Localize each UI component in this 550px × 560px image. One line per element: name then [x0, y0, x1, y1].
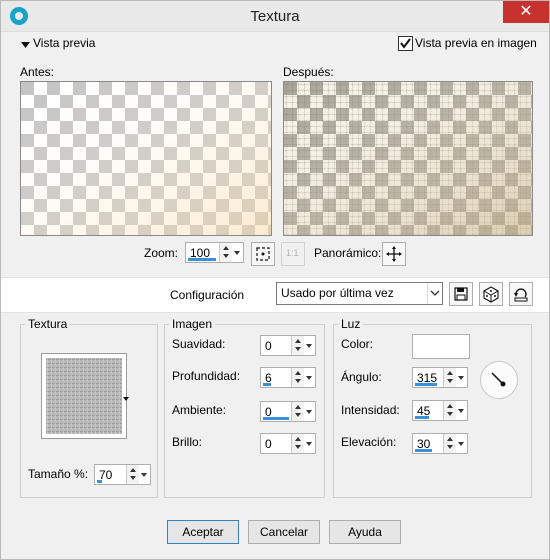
zoom-dropdown-icon[interactable] — [232, 243, 242, 262]
preview-in-image-label: Vista previa en imagen — [415, 36, 537, 50]
smoothness-spin-arrows[interactable] — [291, 336, 304, 355]
intensity-dropdown-icon[interactable] — [456, 401, 466, 420]
texture-dialog: Textura ✕ Vista previa Vista previa en i… — [0, 0, 550, 560]
help-button[interactable]: Ayuda — [329, 520, 401, 544]
zoom-spin-arrows[interactable] — [219, 243, 232, 262]
dice-icon — [483, 286, 499, 303]
save-preset-button[interactable] — [449, 282, 473, 306]
smoothness-label: Suavidad: — [172, 337, 226, 351]
checkmark-icon — [400, 38, 411, 49]
elevation-spinbox[interactable]: 30 — [412, 433, 468, 454]
close-button[interactable]: ✕ — [503, 1, 549, 23]
ambience-spin-arrows[interactable] — [291, 402, 304, 421]
texture-size-dropdown-icon[interactable] — [139, 465, 149, 484]
before-label: Antes: — [20, 65, 55, 79]
texture-size-spin-arrows[interactable] — [126, 465, 139, 484]
before-preview[interactable] — [20, 81, 272, 236]
intensity-spin-arrows[interactable] — [443, 401, 456, 420]
depth-dropdown-icon[interactable] — [304, 368, 314, 387]
floppy-disk-icon — [454, 287, 468, 301]
random-button[interactable] — [479, 282, 503, 306]
intensity-level-bar — [415, 416, 429, 419]
preview-section-label[interactable]: Vista previa — [33, 36, 95, 50]
window-title: Textura — [250, 8, 300, 25]
light-group-title: Luz — [338, 317, 364, 331]
actual-size-icon: 1:1 — [286, 248, 299, 258]
brightness-spinbox[interactable]: 0 — [260, 433, 316, 454]
elevation-spin-arrows[interactable] — [443, 434, 456, 453]
accept-button[interactable]: Aceptar — [167, 520, 239, 544]
elevation-dropdown-icon[interactable] — [456, 434, 466, 453]
chevron-down-icon[interactable] — [427, 283, 442, 304]
elevation-level-bar — [415, 449, 432, 452]
actual-size-button[interactable]: 1:1 — [281, 242, 305, 266]
zoom-spinbox[interactable]: 100 — [185, 242, 244, 263]
texture-dropdown-icon[interactable] — [123, 391, 129, 405]
light-color-swatch[interactable] — [412, 334, 470, 359]
brightness-label: Brillo: — [172, 435, 203, 449]
depth-level-bar — [263, 383, 271, 386]
ambience-label: Ambiente: — [172, 403, 227, 417]
intensity-label: Intensidad: — [341, 403, 400, 417]
ambience-spinbox[interactable]: 0 — [260, 401, 316, 422]
preview-in-image-checkbox[interactable] — [398, 36, 413, 51]
move-arrows-icon — [386, 246, 402, 262]
reset-icon — [514, 288, 528, 302]
zoom-fit-button[interactable] — [251, 242, 275, 266]
pan-button[interactable] — [382, 242, 406, 266]
angle-spin-arrows[interactable] — [443, 368, 456, 387]
image-group-title: Imagen — [169, 317, 216, 331]
brightness-value[interactable]: 0 — [265, 437, 272, 451]
texture-size-spinbox[interactable]: 70 — [94, 464, 151, 485]
angle-dropdown-icon[interactable] — [456, 368, 466, 387]
angle-dial[interactable] — [480, 361, 518, 399]
depth-label: Profundidad: — [172, 369, 241, 383]
after-preview[interactable] — [283, 81, 533, 236]
title-bar: Textura ✕ — [1, 1, 549, 32]
panoramic-label: Panorámico: — [314, 246, 382, 260]
brightness-spin-arrows[interactable] — [291, 434, 304, 453]
texture-swatch[interactable] — [41, 353, 127, 439]
angle-level-bar — [415, 383, 437, 386]
texture-group-title: Textura — [25, 317, 71, 331]
configuration-selected-value: Usado por última vez — [281, 286, 394, 300]
brightness-dropdown-icon[interactable] — [304, 434, 314, 453]
smoothness-spinbox[interactable]: 0 — [260, 335, 316, 356]
close-icon: ✕ — [519, 1, 533, 20]
zoom-label: Zoom: — [144, 246, 179, 260]
angle-label: Ángulo: — [341, 370, 382, 384]
angle-spinbox[interactable]: 315 — [412, 367, 468, 388]
zoom-fit-icon — [256, 247, 270, 261]
depth-spin-arrows[interactable] — [291, 368, 304, 387]
configuration-select[interactable]: Usado por última vez — [276, 282, 443, 305]
collapse-triangle-icon[interactable] — [21, 38, 30, 48]
ambience-level-bar — [263, 417, 289, 420]
cancel-button[interactable]: Cancelar — [248, 520, 320, 544]
reset-button[interactable] — [509, 282, 533, 306]
depth-spinbox[interactable]: 6 — [260, 367, 316, 388]
zoom-level-bar — [188, 258, 216, 261]
texture-size-level-bar — [97, 480, 102, 483]
intensity-spinbox[interactable]: 45 — [412, 400, 468, 421]
configuration-label: Configuración — [170, 288, 245, 302]
angle-dial-needle-icon — [491, 372, 506, 387]
light-color-label: Color: — [341, 337, 374, 351]
elevation-label: Elevación: — [341, 435, 397, 449]
texture-size-label: Tamaño %: — [28, 467, 89, 481]
ambience-dropdown-icon[interactable] — [304, 402, 314, 421]
after-label: Después: — [283, 65, 334, 79]
smoothness-value[interactable]: 0 — [265, 339, 272, 353]
smoothness-dropdown-icon[interactable] — [304, 336, 314, 355]
